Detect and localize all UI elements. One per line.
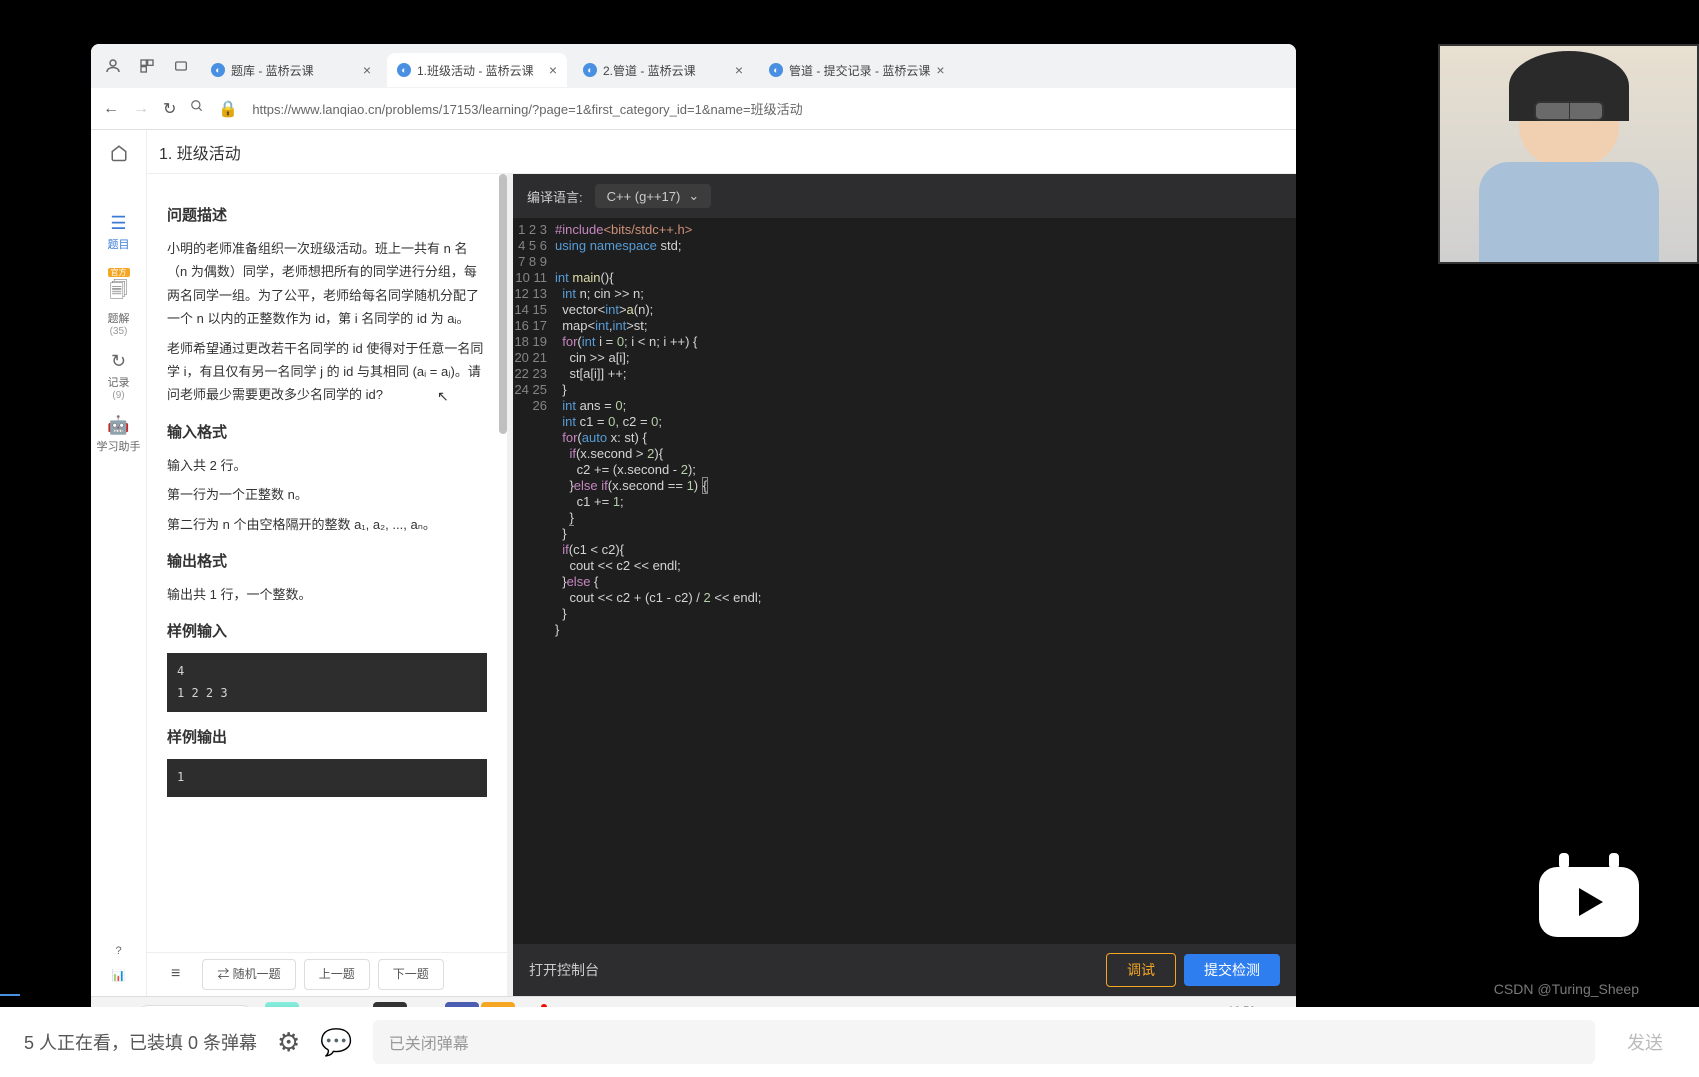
- code-content[interactable]: #include<bits/stdc++.h> using namespace …: [555, 218, 1296, 944]
- tab-label: 1.班级活动 - 蓝桥云课: [417, 62, 534, 79]
- tab-1[interactable]: ◐ 1.班级活动 - 蓝桥云课 ×: [387, 53, 567, 87]
- sidebar-label: 题解: [108, 313, 130, 325]
- favicon-icon: ◐: [583, 63, 597, 77]
- video-progress[interactable]: [0, 994, 20, 996]
- viewer-count: 5 人正在看，已装填 0 条弹幕: [24, 1029, 257, 1055]
- count: (35): [97, 326, 141, 337]
- console-toggle[interactable]: 打开控制台: [529, 960, 599, 980]
- tabs-icon[interactable]: [167, 52, 195, 80]
- danmu-input[interactable]: 已关闭弹幕: [373, 1020, 1595, 1064]
- sample-input: 4 1 2 2 3: [167, 653, 487, 712]
- favicon-icon: ◐: [769, 63, 783, 77]
- sample-output: 1: [167, 759, 487, 797]
- tab-label: 题库 - 蓝桥云课: [231, 62, 314, 79]
- language-bar: 编译语言: C++ (g++17) ⌄: [513, 174, 1296, 218]
- cursor-icon: ↖: [437, 384, 449, 409]
- history-icon: ↻: [97, 351, 141, 372]
- search-icon[interactable]: [190, 99, 204, 118]
- workspace-icon[interactable]: [133, 52, 161, 80]
- home-icon[interactable]: [97, 138, 141, 173]
- lang-value: C++ (g++17): [607, 189, 681, 204]
- problem-panel: 问题描述 小明的老师准备组织一次班级活动。班上一共有 n 名（n 为偶数）同学，…: [147, 174, 507, 996]
- sidebar-label: 记录: [108, 377, 130, 389]
- close-icon[interactable]: ×: [549, 62, 557, 78]
- stats-icon[interactable]: 📊: [97, 963, 141, 988]
- section-heading: 输入格式: [167, 419, 487, 446]
- sidebar-item-problem[interactable]: ☰ 题目: [97, 207, 141, 258]
- problem-text: 小明的老师准备组织一次班级活动。班上一共有 n 名（n 为偶数）同学，老师想把所…: [167, 237, 487, 331]
- danmu-toggle-icon[interactable]: 💬: [320, 1027, 352, 1058]
- favicon-icon: ◐: [211, 63, 225, 77]
- language-select[interactable]: C++ (g++17) ⌄: [595, 184, 712, 208]
- editor-bottom-bar: 打开控制台 调试 提交检测: [513, 944, 1296, 996]
- random-button[interactable]: ⇄ 随机一题: [202, 959, 295, 991]
- count: (9): [97, 390, 141, 401]
- watermark: CSDN @Turing_Sheep: [1494, 981, 1639, 997]
- refresh-icon[interactable]: ↻: [163, 99, 176, 119]
- address-bar: ← → ↻ 🔒 https://www.lanqiao.cn/problems/…: [91, 88, 1296, 130]
- debug-button[interactable]: 调试: [1106, 953, 1176, 987]
- lock-icon: 🔒: [218, 99, 238, 119]
- sidebar-label: 题目: [108, 239, 130, 251]
- section-heading: 样例输出: [167, 724, 487, 751]
- close-icon[interactable]: ×: [936, 62, 944, 78]
- problem-text: 第一行为一个正整数 n。: [167, 483, 487, 506]
- chevron-down-icon: ⌄: [688, 188, 699, 204]
- problem-icon: ☰: [97, 213, 141, 234]
- submit-button[interactable]: 提交检测: [1184, 954, 1280, 986]
- code-panel: 编译语言: C++ (g++17) ⌄ 1 2 3 4 5 6 7 8 9 10 …: [513, 174, 1296, 996]
- problem-text: 第二行为 n 个由空格隔开的整数 a₁, a₂, ..., aₙ。: [167, 513, 487, 536]
- send-button[interactable]: 发送: [1615, 1029, 1675, 1055]
- prev-button[interactable]: 上一题: [304, 959, 370, 991]
- forward-icon[interactable]: →: [133, 100, 149, 118]
- tab-2[interactable]: ◐ 2.管道 - 蓝桥云课 ×: [573, 53, 753, 87]
- close-icon[interactable]: ×: [363, 62, 371, 78]
- page-title: 1. 班级活动: [147, 130, 1296, 174]
- favicon-icon: ◐: [397, 63, 411, 77]
- solution-icon: 🗐: [97, 278, 141, 308]
- tab-label: 管道 - 提交记录 - 蓝桥云课: [789, 62, 930, 79]
- sidebar-item-records[interactable]: ↻ 记录(9): [97, 345, 141, 407]
- sidebar-label: 学习助手: [97, 441, 141, 453]
- problem-text: 输入共 2 行。: [167, 454, 487, 477]
- section-heading: 问题描述: [167, 202, 487, 229]
- tab-label: 2.管道 - 蓝桥云课: [603, 62, 696, 79]
- section-heading: 输出格式: [167, 548, 487, 575]
- scrollbar[interactable]: [499, 174, 507, 434]
- sidebar-item-solution[interactable]: 官方🗐 题解(35): [97, 260, 141, 343]
- url-text[interactable]: https://www.lanqiao.cn/problems/17153/le…: [252, 99, 1284, 118]
- badge: 官方: [108, 268, 130, 277]
- close-icon[interactable]: ×: [735, 62, 743, 78]
- assistant-icon: 🤖: [97, 415, 141, 436]
- help-icon[interactable]: ?: [97, 939, 141, 963]
- list-button[interactable]: ≡: [157, 956, 194, 993]
- problem-text: 输出共 1 行，一个整数。: [167, 583, 487, 606]
- tab-0[interactable]: ◐ 题库 - 蓝桥云课 ×: [201, 53, 381, 87]
- play-button[interactable]: [1539, 867, 1639, 937]
- next-button[interactable]: 下一题: [378, 959, 444, 991]
- sidebar: ☰ 题目 官方🗐 题解(35) ↻ 记录(9) 🤖 学习助手 ? 📊: [91, 130, 147, 996]
- section-heading: 样例输入: [167, 618, 487, 645]
- back-icon[interactable]: ←: [103, 100, 119, 118]
- video-controls: 5 人正在看，已装填 0 条弹幕 ⚙ 💬 已关闭弹幕 发送: [0, 1007, 1699, 1077]
- profile-icon[interactable]: [99, 52, 127, 80]
- code-editor[interactable]: 1 2 3 4 5 6 7 8 9 10 11 12 13 14 15 16 1…: [513, 218, 1296, 944]
- danmu-settings-icon[interactable]: ⚙: [277, 1027, 300, 1058]
- webcam-overlay: [1438, 44, 1699, 264]
- line-gutter: 1 2 3 4 5 6 7 8 9 10 11 12 13 14 15 16 1…: [513, 218, 555, 944]
- browser-titlebar: ◐ 题库 - 蓝桥云课 × ◐ 1.班级活动 - 蓝桥云课 × ◐ 2.管道 - 蓝桥云课…: [91, 44, 1296, 88]
- sidebar-item-assistant[interactable]: 🤖 学习助手: [97, 409, 141, 460]
- lang-label: 编译语言:: [527, 187, 583, 206]
- tab-3[interactable]: ◐ 管道 - 提交记录 - 蓝桥云课 ×: [759, 53, 955, 87]
